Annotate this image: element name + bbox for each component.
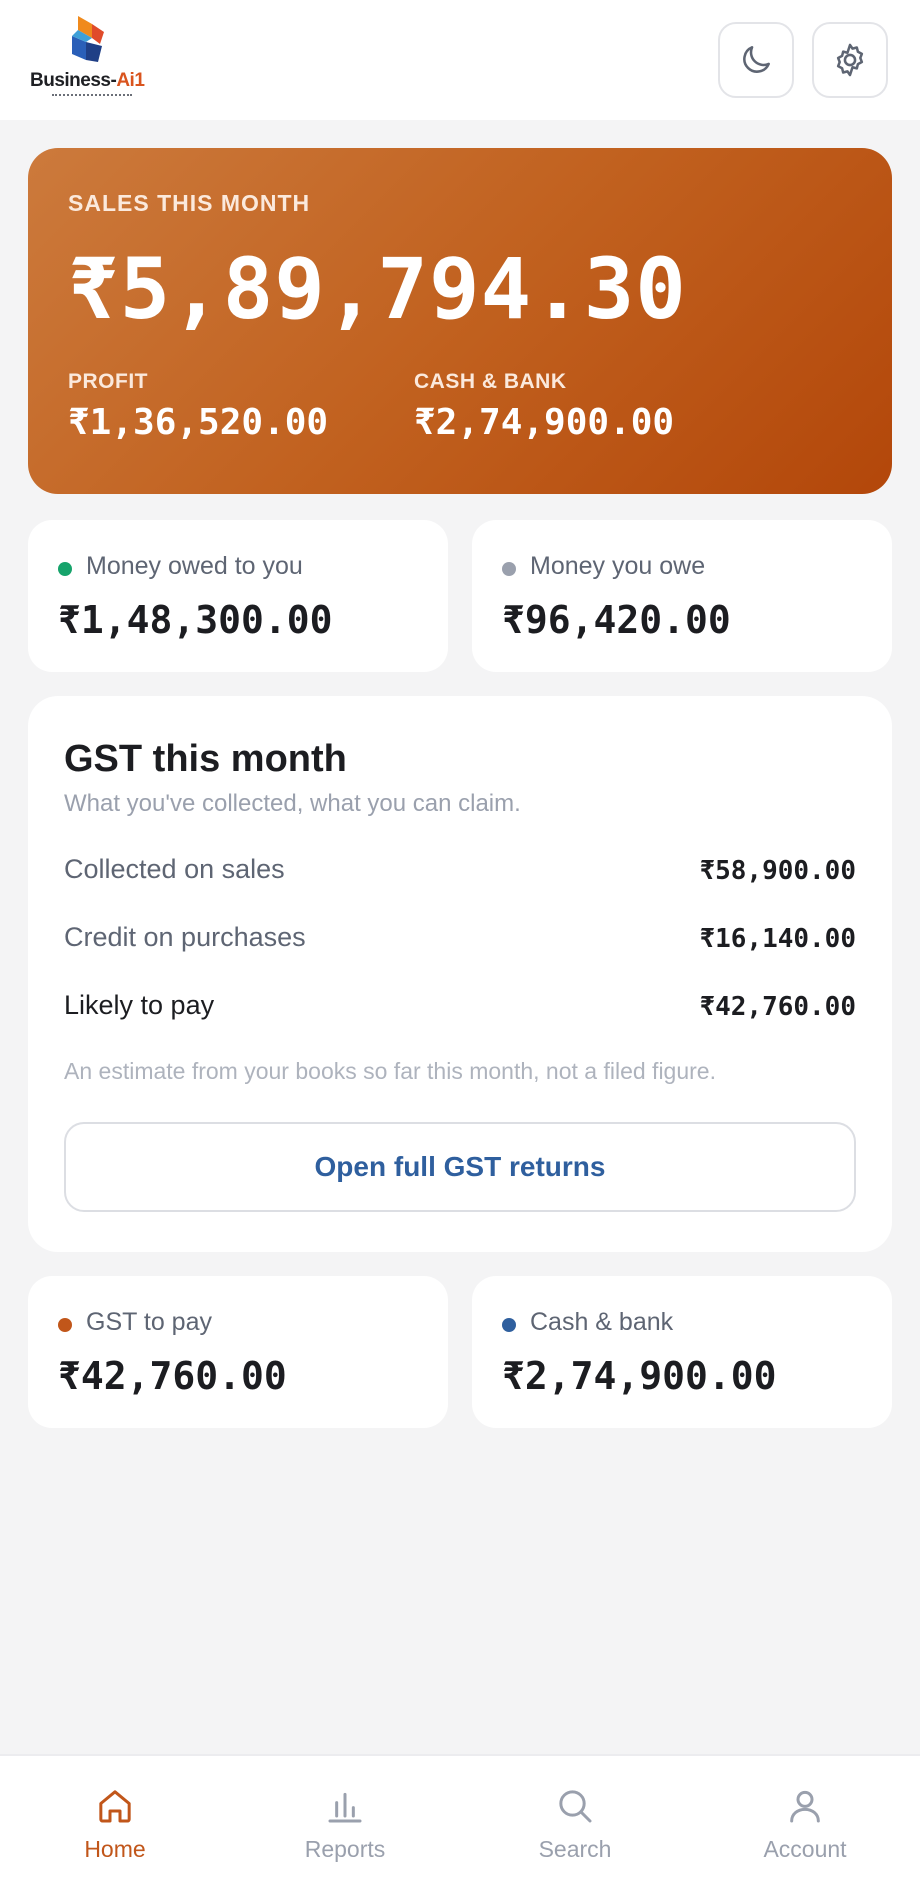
money-owed-label: Money owed to you [86,552,303,580]
theme-toggle-button[interactable] [718,22,794,98]
nav-label: Account [763,1836,847,1862]
gst-row-likely-to-pay: Likely to pay ₹42,760.00 [64,990,856,1030]
nav-label: Home [84,1836,146,1862]
nav-label: Reports [304,1836,386,1862]
sales-summary-card[interactable]: SALES THIS MONTH ₹5,89,794.30 PROFIT ₹1,… [28,148,892,494]
status-dot [502,1318,516,1332]
cash-bank-label: CASH & BANK [414,370,567,393]
home-icon [99,1790,131,1823]
gst-row-collected: Collected on sales ₹58,900.00 [64,854,856,894]
brand-logo[interactable]: Business-Ai1 [28,14,158,104]
gst-row-value: ₹42,760.00 [699,992,856,1022]
status-dot [58,1318,72,1332]
bottom-navigation: Home Reports Search Account [0,1754,920,1886]
cash-bank-value: ₹2,74,900.00 [414,402,675,443]
gst-title: GST this month [64,738,347,780]
gst-row-label: Credit on purchases [64,922,306,952]
profit-label: PROFIT [68,370,148,393]
nav-item-search[interactable]: Search [460,1756,690,1886]
cash-and-bank-value: ₹2,74,900.00 [502,1354,777,1398]
nav-item-reports[interactable]: Reports [230,1756,460,1886]
gst-to-pay-label: GST to pay [86,1308,212,1336]
user-icon [790,1790,820,1823]
money-owed-to-you-card[interactable]: Money owed to you ₹1,48,300.00 [28,520,448,672]
app-header: Business-Ai1 [0,0,920,120]
gst-summary-card: GST this month What you've collected, wh… [28,696,892,1252]
gst-row-label: Collected on sales [64,854,285,884]
moon-icon [743,46,770,73]
nav-item-home[interactable]: Home [0,1756,230,1886]
gst-row-value: ₹58,900.00 [699,856,856,886]
sales-value: ₹5,89,794.30 [68,240,687,338]
money-owed-value: ₹1,48,300.00 [58,598,333,642]
brand-name: Business-Ai1 [30,70,145,91]
status-dot [58,562,72,576]
gst-row-value: ₹16,140.00 [699,924,856,954]
money-you-owe-card[interactable]: Money you owe ₹96,420.00 [472,520,892,672]
nav-item-account[interactable]: Account [690,1756,920,1886]
cash-and-bank-card[interactable]: Cash & bank ₹2,74,900.00 [472,1276,892,1428]
gear-icon [836,43,864,77]
open-gst-returns-button[interactable]: Open full GST returns [64,1122,856,1212]
gst-subtitle: What you've collected, what you can clai… [64,790,521,817]
profit-value: ₹1,36,520.00 [68,402,329,443]
gst-disclaimer: An estimate from your books so far this … [64,1058,716,1084]
gst-row-label: Likely to pay [64,990,215,1020]
search-icon [559,1790,592,1823]
cash-and-bank-label: Cash & bank [530,1308,674,1336]
gst-row-credit: Credit on purchases ₹16,140.00 [64,922,856,962]
gst-to-pay-card[interactable]: GST to pay ₹42,760.00 [28,1276,448,1428]
status-dot [502,562,516,576]
settings-button[interactable] [812,22,888,98]
gst-to-pay-value: ₹42,760.00 [58,1354,287,1398]
nav-label: Search [538,1836,612,1862]
money-you-owe-label: Money you owe [530,552,706,580]
money-you-owe-value: ₹96,420.00 [502,598,731,642]
brand-logo-mark-icon [72,16,104,62]
brand-tagline [52,94,132,97]
bar-chart-icon [328,1792,362,1823]
sales-label: SALES THIS MONTH [68,190,311,216]
